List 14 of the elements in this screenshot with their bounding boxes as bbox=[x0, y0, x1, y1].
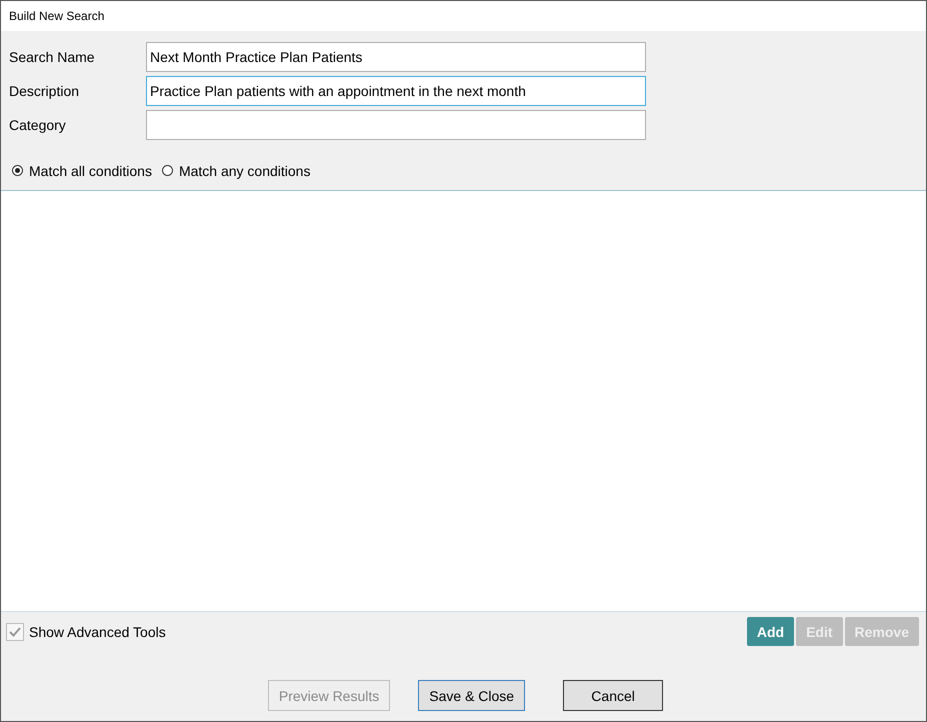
text-field[interactable]: Practice Plan patients with an appointment in the next month bbox=[146, 76, 646, 106]
dialog-button[interactable]: Save & Close bbox=[418, 680, 526, 711]
condition-button[interactable]: Add bbox=[746, 617, 794, 646]
field-label: Search Name bbox=[9, 49, 96, 65]
text-field[interactable]: Next Month Practice Plan Patients bbox=[146, 42, 646, 72]
radio-option[interactable]: Match any conditions bbox=[162, 162, 310, 178]
window-title: Build New Search bbox=[1, 1, 926, 31]
field-label: Description bbox=[9, 83, 80, 99]
checkbox-label: Show Advanced Tools bbox=[29, 624, 166, 640]
radio-option[interactable]: Match all conditions bbox=[12, 162, 152, 178]
field-label: Category bbox=[9, 117, 67, 133]
dialog-button[interactable]: Cancel bbox=[563, 680, 664, 711]
text-field[interactable] bbox=[146, 110, 646, 140]
check-icon bbox=[9, 626, 21, 636]
